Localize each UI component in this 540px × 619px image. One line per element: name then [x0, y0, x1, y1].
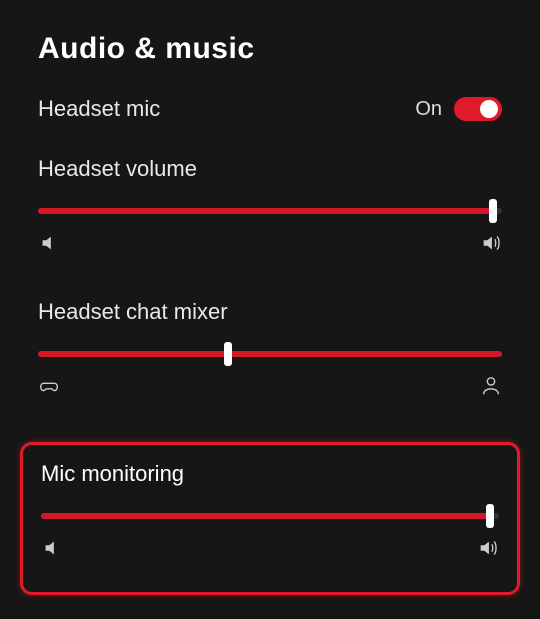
speaker-mute-icon: [38, 232, 60, 259]
headset-mic-toggle[interactable]: [454, 97, 502, 121]
toggle-knob: [480, 100, 498, 118]
headset-volume-section: Headset volume: [38, 156, 502, 259]
mic-monitoring-label: Mic monitoring: [41, 461, 499, 487]
mic-monitoring-highlight: Mic monitoring: [20, 442, 520, 595]
chat-mixer-section: Headset chat mixer: [38, 299, 502, 402]
person-icon: [480, 375, 502, 402]
speaker-loud-icon: [480, 232, 502, 259]
mic-monitoring-slider[interactable]: [41, 505, 499, 525]
chat-mixer-label: Headset chat mixer: [38, 299, 502, 325]
page-title: Audio & music: [38, 32, 520, 66]
speaker-loud-icon: [477, 537, 499, 564]
headset-volume-label: Headset volume: [38, 156, 502, 182]
game-controller-icon: [38, 375, 60, 402]
chat-mixer-slider[interactable]: [38, 343, 502, 363]
headset-mic-label: Headset mic: [38, 96, 160, 122]
headset-volume-slider[interactable]: [38, 200, 502, 220]
headset-mic-state: On: [415, 98, 442, 121]
speaker-mute-icon: [41, 537, 63, 564]
headset-mic-row: Headset mic On: [38, 96, 502, 122]
